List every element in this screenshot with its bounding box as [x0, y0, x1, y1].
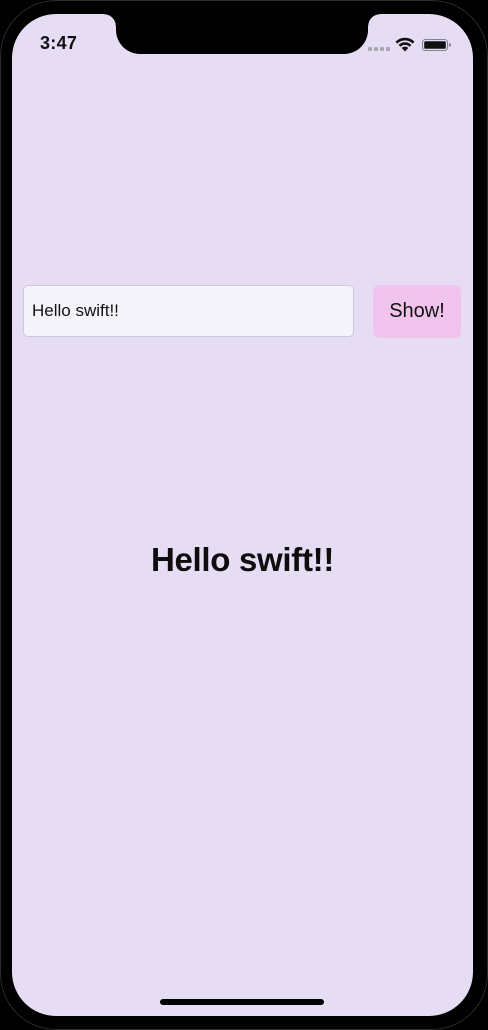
message-input[interactable]	[23, 285, 354, 337]
home-indicator[interactable]	[160, 999, 324, 1005]
cellular-signal-icon	[368, 47, 390, 52]
battery-icon	[422, 39, 451, 51]
phone-device: 3:47 Show! Hello swift!!	[0, 0, 488, 1030]
result-label: Hello swift!!	[150, 541, 335, 578]
wifi-icon	[395, 37, 415, 52]
app-screen: 3:47 Show! Hello swift!!	[12, 14, 473, 1016]
show-button[interactable]: Show!	[373, 285, 461, 338]
status-bar-time: 3:47	[40, 33, 78, 53]
device-notch	[104, 14, 380, 54]
